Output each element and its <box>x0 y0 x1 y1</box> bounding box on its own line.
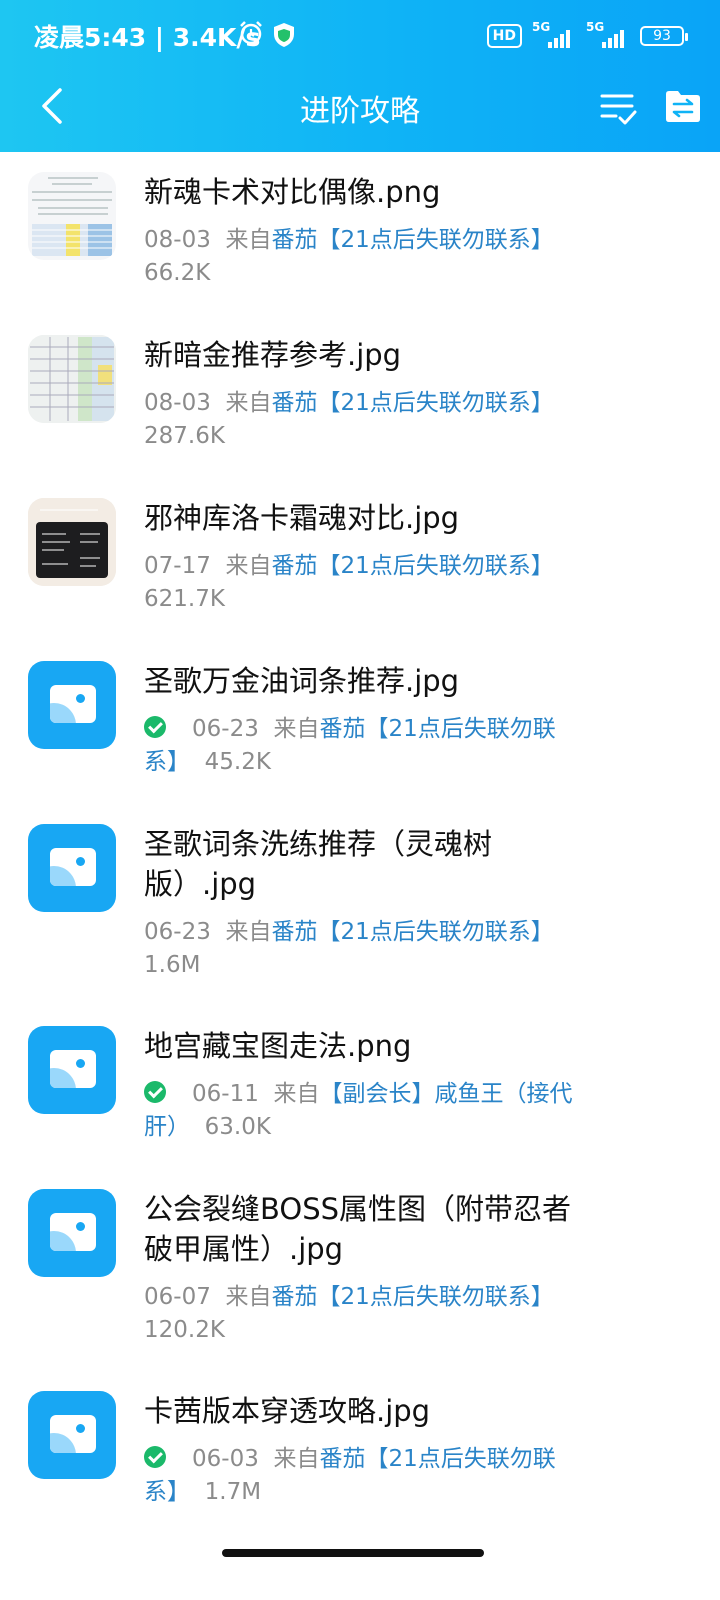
file-date: 06-23 <box>144 919 211 945</box>
shield-icon <box>274 23 294 47</box>
file-date: 06-07 <box>144 1284 211 1310</box>
file-source-link-cont[interactable]: 系】 <box>144 1479 190 1505</box>
multi-select-icon[interactable] <box>598 88 638 128</box>
downloaded-check-icon <box>144 716 166 738</box>
file-source-link[interactable]: 番茄【21点后失联勿联系】 <box>271 390 553 416</box>
file-size: 1.7M <box>204 1479 262 1505</box>
signal-icon: 5G <box>532 20 576 50</box>
file-size: 63.0K <box>204 1114 271 1140</box>
file-source-link[interactable]: 番茄【21点后失联勿联系】 <box>271 1284 553 1310</box>
file-meta: 06-03 来自番茄【21点后失联勿联 系】 1.7M <box>144 1443 614 1509</box>
file-meta: 06-23 来自番茄【21点后失联勿联系】 1.6M <box>144 916 614 982</box>
file-thumbnail <box>28 335 116 423</box>
file-size: 621.7K <box>144 586 225 612</box>
file-name: 新暗金推荐参考.jpg <box>144 338 402 372</box>
list-item[interactable]: 新魂卡术对比偶像.png 08-03 来自番茄【21点后失联勿联系】 66.2K <box>0 152 720 315</box>
image-file-icon <box>28 661 116 749</box>
from-label: 来自 <box>273 1081 320 1107</box>
battery-icon: 93 <box>640 26 688 46</box>
alarm-icon <box>240 21 262 45</box>
list-item[interactable]: 公会裂缝BOSS属性图（附带忍者 破甲属性）.jpg 06-07 来自番茄【21点… <box>0 1169 720 1371</box>
hd-badge: HD <box>486 24 522 48</box>
status-bar: 凌晨5:43 | 3.4K/s HD 5G 5G 93 <box>0 0 720 72</box>
file-date: 07-17 <box>144 553 211 579</box>
image-file-icon <box>28 1391 116 1479</box>
file-thumbnail <box>28 498 116 586</box>
file-size: 287.6K <box>144 423 225 449</box>
image-file-icon <box>28 1026 116 1114</box>
file-thumbnail <box>28 172 116 260</box>
from-label: 来自 <box>225 390 272 416</box>
file-meta: 08-03 来自番茄【21点后失联勿联系】 66.2K <box>144 224 614 290</box>
file-meta: 07-17 来自番茄【21点后失联勿联系】 621.7K <box>144 550 614 616</box>
file-name: 圣歌万金油词条推荐.jpg <box>144 664 460 698</box>
file-source-link[interactable]: 番茄【21点后失联勿联系】 <box>271 227 553 253</box>
list-item[interactable]: 新暗金推荐参考.jpg 08-03 来自番茄【21点后失联勿联系】 287.6K <box>0 315 720 478</box>
file-size: 1.6M <box>144 952 201 978</box>
file-name: 邪神库洛卡霜魂对比.jpg <box>144 501 460 535</box>
from-label: 来自 <box>225 553 272 579</box>
file-source-link[interactable]: 【副会长】咸鱼王（接代 <box>319 1081 572 1107</box>
file-size: 45.2K <box>204 749 271 775</box>
file-size: 120.2K <box>144 1317 225 1343</box>
file-name: 公会裂缝BOSS属性图（附带忍者 破甲属性）.jpg <box>144 1192 572 1266</box>
file-name: 卡茜版本穿透攻略.jpg <box>144 1394 431 1428</box>
top-header: 凌晨5:43 | 3.4K/s HD 5G 5G 93 进阶攻略 <box>0 0 720 152</box>
downloaded-check-icon <box>144 1446 166 1468</box>
from-label: 来自 <box>225 1284 272 1310</box>
file-name: 新魂卡术对比偶像.png <box>144 175 441 209</box>
file-size: 66.2K <box>144 260 211 286</box>
list-item[interactable]: 圣歌万金油词条推荐.jpg 06-23 来自番茄【21点后失联勿联 系】 45.… <box>0 641 720 804</box>
file-meta: 08-03 来自番茄【21点后失联勿联系】 287.6K <box>144 387 614 453</box>
image-file-icon <box>28 1189 116 1277</box>
file-source-link[interactable]: 番茄【21点后失联勿联系】 <box>271 553 553 579</box>
list-item[interactable]: 邪神库洛卡霜魂对比.jpg 07-17 来自番茄【21点后失联勿联系】 621.… <box>0 478 720 641</box>
file-source-link[interactable]: 番茄【21点后失联勿联 <box>319 716 555 742</box>
home-indicator[interactable] <box>222 1549 484 1557</box>
list-item[interactable]: 卡茜版本穿透攻略.jpg 06-03 来自番茄【21点后失联勿联 系】 1.7M <box>0 1371 720 1534</box>
file-date: 06-23 <box>192 716 259 742</box>
downloaded-check-icon <box>144 1081 166 1103</box>
folder-transfer-icon[interactable] <box>664 88 702 124</box>
file-source-link-cont[interactable]: 肝） <box>144 1114 190 1140</box>
file-source-link-cont[interactable]: 系】 <box>144 749 190 775</box>
file-meta: 06-23 来自番茄【21点后失联勿联 系】 45.2K <box>144 713 614 779</box>
status-time: 凌晨5:43 | 3.4K/s <box>34 23 261 52</box>
file-source-link[interactable]: 番茄【21点后失联勿联系】 <box>271 919 553 945</box>
file-date: 08-03 <box>144 390 211 416</box>
file-name: 圣歌词条洗练推荐（灵魂树 版）.jpg <box>144 827 493 901</box>
list-item[interactable]: 圣歌词条洗练推荐（灵魂树 版）.jpg 06-23 来自番茄【21点后失联勿联系】… <box>0 804 720 1006</box>
image-file-icon <box>28 824 116 912</box>
list-item[interactable]: 地宫藏宝图走法.png 06-11 来自【副会长】咸鱼王（接代 肝） 63.0K <box>0 1006 720 1169</box>
from-label: 来自 <box>225 227 272 253</box>
file-meta: 06-07 来自番茄【21点后失联勿联系】 120.2K <box>144 1281 614 1347</box>
file-date: 08-03 <box>144 227 211 253</box>
from-label: 来自 <box>273 716 320 742</box>
status-right: HD 5G 5G 93 <box>486 18 688 54</box>
file-name: 地宫藏宝图走法.png <box>144 1029 412 1063</box>
from-label: 来自 <box>225 919 272 945</box>
file-meta: 06-11 来自【副会长】咸鱼王（接代 肝） 63.0K <box>144 1078 614 1144</box>
nav-bar: 进阶攻略 <box>0 72 720 152</box>
file-source-link[interactable]: 番茄【21点后失联勿联 <box>319 1446 555 1472</box>
from-label: 来自 <box>273 1446 320 1472</box>
file-date: 06-03 <box>192 1446 259 1472</box>
file-date: 06-11 <box>192 1081 259 1107</box>
signal-icon: 5G <box>586 20 630 50</box>
